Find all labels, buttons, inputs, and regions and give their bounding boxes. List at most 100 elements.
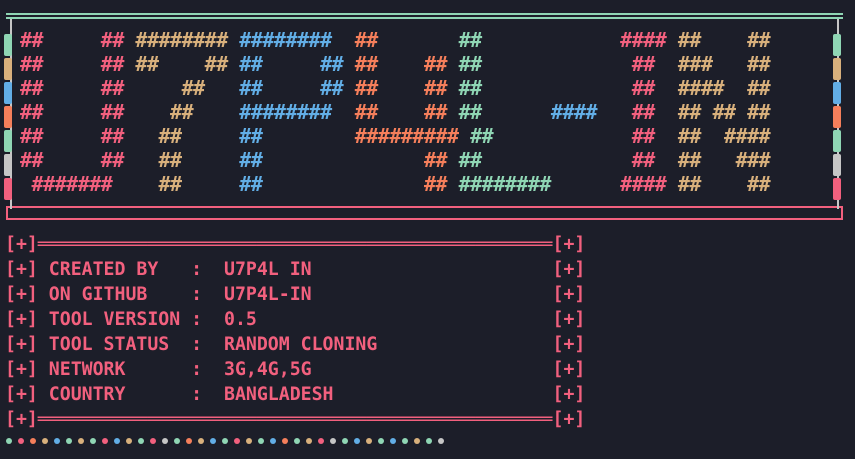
banner-glyph-segment: ####### xyxy=(20,172,136,196)
banner-row: ## ## ## ## ## ## ## ## ## #### ## xyxy=(20,76,771,100)
color-dot xyxy=(390,438,396,444)
banner-glyph-segment: ######## xyxy=(239,28,355,52)
side-bar-segment xyxy=(833,106,841,128)
info-border-line: [+]═════════════════════════════════════… xyxy=(5,234,586,255)
color-dot xyxy=(102,438,108,444)
banner-glyph-segment: ## ### xyxy=(654,148,771,172)
banner-glyph-segment: ## xyxy=(135,76,240,100)
banner-glyph-segment: #### ## xyxy=(654,76,771,100)
color-dot xyxy=(330,438,336,444)
banner-glyph-segment: ## xyxy=(458,28,621,52)
banner-glyph-segment: ## xyxy=(135,148,240,172)
banner-glyph-segment: ## #### xyxy=(654,124,771,148)
banner-glyph-segment: ## xyxy=(470,124,632,148)
color-dot xyxy=(18,438,24,444)
banner-glyph-segment: ## ## xyxy=(20,76,136,100)
banner-row: ## ## ## ## ## ## ## ## ## ## ### ## xyxy=(20,52,771,76)
banner-glyph-segment: ## xyxy=(354,148,459,172)
banner-glyph-segment: ## ## xyxy=(239,52,355,76)
banner-glyph-segment: ######## xyxy=(239,100,355,124)
banner-glyph-segment: ## ## xyxy=(20,28,136,52)
banner-glyph-segment: ## xyxy=(631,52,656,76)
color-dot xyxy=(258,438,264,444)
color-dot xyxy=(186,438,192,444)
banner-glyph-segment: ## ## xyxy=(354,52,459,76)
banner-glyph-segment: ## xyxy=(135,172,240,196)
side-bar-segment xyxy=(4,34,12,56)
info-row: [+] COUNTRY : BANGLADESH [+] xyxy=(5,384,586,405)
color-dot xyxy=(198,438,204,444)
banner-frame-bottom xyxy=(6,206,843,220)
info-row: [+] CREATED BY : U7P4L IN [+] xyxy=(5,259,586,280)
color-dot xyxy=(90,438,96,444)
side-bar-segment xyxy=(4,58,12,80)
color-dot xyxy=(222,438,228,444)
banner-glyph-segment: ## xyxy=(458,52,632,76)
banner-glyph-segment: ## xyxy=(631,148,656,172)
color-dot xyxy=(270,438,276,444)
ascii-art-banner: ## ## ######## ######## ## ## #### ## ##… xyxy=(20,28,771,196)
side-bar-segment xyxy=(833,178,841,200)
color-dot xyxy=(306,438,312,444)
banner-glyph-segment: ## xyxy=(458,76,632,100)
banner-glyph-segment: ## xyxy=(239,172,355,196)
banner-glyph-segment: ## xyxy=(354,28,459,52)
info-row: [+] TOOL VERSION : 0.5 [+] xyxy=(5,309,586,330)
banner-glyph-segment: ## xyxy=(631,124,656,148)
banner-glyph-segment: ## xyxy=(239,148,355,172)
side-bar-segment xyxy=(833,58,841,80)
color-dot xyxy=(162,438,168,444)
banner-glyph-segment: ######## xyxy=(458,172,621,196)
color-dot xyxy=(402,438,408,444)
color-dot xyxy=(366,438,372,444)
banner-glyph-segment: #### xyxy=(620,28,667,52)
banner-glyph-segment: ## xyxy=(354,172,459,196)
side-bar-segment xyxy=(833,130,841,152)
color-dot xyxy=(114,438,120,444)
banner-glyph-segment: ## ## xyxy=(135,52,240,76)
side-bar-segment xyxy=(833,82,841,104)
color-dot xyxy=(414,438,420,444)
color-dot xyxy=(66,438,72,444)
banner-row: ## ## ## ## ######### ## ## ## #### xyxy=(20,124,771,148)
banner-glyph-segment: ## ## xyxy=(20,100,136,124)
side-bar-segment xyxy=(4,178,12,200)
tool-info-box: [+]═════════════════════════════════════… xyxy=(5,232,585,432)
banner-glyph-segment: ## ## xyxy=(666,172,771,196)
banner-row: ####### ## ## ## ######## #### ## ## xyxy=(20,172,771,196)
color-dot xyxy=(138,438,144,444)
side-bar-segment xyxy=(4,82,12,104)
banner-glyph-segment: ## ## xyxy=(239,76,355,100)
color-dot xyxy=(54,438,60,444)
side-bar-segment xyxy=(833,34,841,56)
banner-glyph-segment: ## ## ## xyxy=(654,100,771,124)
banner-glyph-segment: ## xyxy=(631,100,656,124)
info-border-line: [+]═════════════════════════════════════… xyxy=(5,409,586,430)
color-dot xyxy=(426,438,432,444)
color-dot xyxy=(174,438,180,444)
banner-glyph-segment: ## ## xyxy=(354,100,459,124)
color-dot xyxy=(42,438,48,444)
banner-glyph-segment: ## xyxy=(135,124,240,148)
banner-glyph-segment: ## ## xyxy=(666,28,771,52)
color-dot xyxy=(318,438,324,444)
banner-glyph-segment: ## ## xyxy=(20,148,136,172)
banner-glyph-segment: ## xyxy=(239,124,355,148)
banner-glyph-segment: ######### xyxy=(354,124,471,148)
banner-glyph-segment: ## ## xyxy=(20,124,136,148)
color-dot xyxy=(30,438,36,444)
banner-frame-top xyxy=(6,13,843,19)
side-bar-segment xyxy=(4,106,12,128)
color-dot xyxy=(210,438,216,444)
color-dot xyxy=(438,438,444,444)
banner-row: ## ## ######## ######## ## ## #### ## ## xyxy=(20,28,771,52)
color-dot xyxy=(78,438,84,444)
color-dot xyxy=(294,438,300,444)
info-row: [+] ON GITHUB : U7P4L-IN [+] xyxy=(5,284,586,305)
color-dot xyxy=(234,438,240,444)
banner-glyph-segment: #### xyxy=(620,172,667,196)
color-dot xyxy=(150,438,156,444)
banner-glyph-segment: ## ## xyxy=(20,52,136,76)
info-row: [+] TOOL STATUS : RANDOM CLONING [+] xyxy=(5,334,586,355)
banner-glyph-segment: ### ## xyxy=(654,52,771,76)
